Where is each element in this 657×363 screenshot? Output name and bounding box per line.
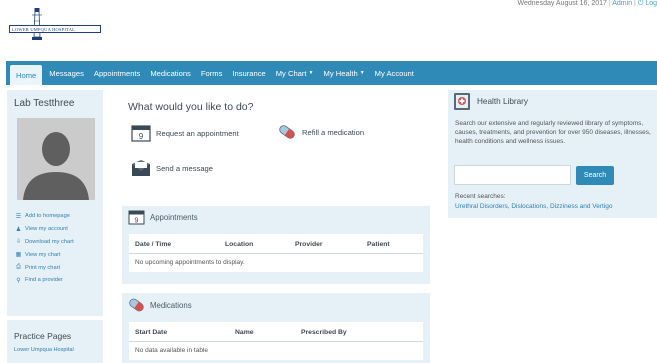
pill-icon	[129, 298, 144, 312]
nav-appointments-label: Appointments	[93, 68, 141, 78]
table-row: No upcoming appointments to display.	[129, 254, 423, 272]
main-navbar: Home Messages Appointments Medications F…	[6, 61, 657, 85]
download-icon: ⇩	[15, 239, 22, 246]
sidebar-item-view-chart[interactable]: ▦ View my chart	[15, 248, 74, 261]
medications-header[interactable]: Medications	[122, 293, 430, 317]
column-header[interactable]: Provider	[295, 241, 323, 248]
nav-medications-label: Medications	[150, 68, 191, 78]
column-header[interactable]: Location	[225, 241, 253, 248]
nav-messages[interactable]: Messages	[44, 61, 89, 85]
practice-pages-panel: Practice Pages Lower Umpqua Hospital	[7, 320, 103, 363]
recent-searches-links[interactable]: Urethral Disorders, Dislocations, Dizzin…	[455, 203, 613, 210]
sidebar-item-label: View my chart	[25, 251, 61, 258]
table-row: No data available in table	[129, 342, 423, 360]
nav-my-health-label: My Health	[323, 68, 358, 78]
power-icon[interactable]: ⏻	[638, 0, 644, 7]
calendar-icon: 9	[131, 125, 151, 142]
health-library-panel: Health Library Search our extensive and …	[448, 90, 657, 218]
logout-link[interactable]: Log	[645, 0, 657, 7]
column-header[interactable]: Patient	[367, 241, 390, 248]
logo-wordmark: LOWER UMPQUA HOSPITAL	[9, 25, 101, 33]
empty-message: No data available in table	[135, 347, 208, 354]
nav-my-account[interactable]: My Account	[370, 61, 419, 85]
svg-text:9: 9	[139, 132, 144, 141]
svg-text:9: 9	[135, 218, 139, 225]
nav-messages-label: Messages	[49, 68, 84, 78]
health-library-header: Health Library	[453, 92, 528, 111]
sidebar-item-add-to-homepage[interactable]: ☰ Add to homepage	[15, 210, 74, 223]
nav-insurance-label: Insurance	[232, 68, 266, 78]
column-header[interactable]: Name	[235, 329, 254, 336]
list-icon: ☰	[15, 213, 22, 220]
nav-forms[interactable]: Forms	[196, 61, 228, 85]
book-icon	[454, 93, 470, 110]
nav-home[interactable]: Home	[10, 65, 43, 85]
sidebar-item-print-chart[interactable]: ⎙ Print my chart	[15, 261, 74, 274]
table-header: Date / Time Location Provider Patient	[129, 234, 423, 254]
nav-medications[interactable]: Medications	[145, 61, 196, 85]
sidebar-item-label: Find a provider	[25, 277, 63, 284]
hospital-logo[interactable]: LOWER UMPQUA HOSPITAL	[6, 4, 102, 52]
search-icon: ⚲	[16, 277, 21, 284]
nav-home-label: Home	[16, 70, 37, 80]
sidebar-item-download-chart[interactable]: ⇩ Download my chart	[15, 236, 74, 249]
column-header[interactable]: Start Date	[135, 329, 167, 336]
sidebar-links: ☰ Add to homepage ♟ View my account ⇩ Downl…	[15, 210, 74, 287]
admin-link[interactable]: Admin	[612, 0, 632, 7]
recent-searches-label: Recent searches:	[455, 193, 506, 200]
pill-icon	[279, 125, 295, 139]
refill-medication-label: Refill a medication	[302, 127, 365, 137]
top-utility-bar: Wednesday August 16, 2017 | Admin | ⏻ Lo…	[517, 0, 657, 7]
appointments-title: Appointments	[150, 212, 198, 222]
sidebar-item-label: Add to homepage	[25, 213, 70, 220]
envelope-icon	[132, 160, 150, 176]
current-date: Wednesday August 16, 2017	[517, 0, 607, 7]
nav-my-chart-label: My Chart	[275, 68, 307, 78]
health-library-title: Health Library	[477, 97, 528, 106]
chart-icon: ▦	[15, 252, 22, 259]
print-icon: ⎙	[16, 264, 21, 271]
quick-actions-title: What would you like to do?	[128, 101, 254, 113]
send-message-label: Send a message	[156, 163, 213, 173]
caret-down-icon: ▼	[359, 70, 365, 76]
appointments-header[interactable]: 9 Appointments	[122, 206, 430, 228]
practice-link[interactable]: Lower Umpqua Hospital	[14, 347, 74, 353]
sidebar-item-label: View my account	[25, 226, 68, 233]
column-header[interactable]: Date / Time	[135, 241, 171, 248]
caret-down-icon: ▼	[308, 70, 314, 76]
nav-my-account-label: My Account	[374, 68, 414, 78]
request-appointment-label: Request an appointment	[156, 128, 239, 138]
nav-appointments[interactable]: Appointments	[89, 61, 145, 85]
nav-my-chart[interactable]: My Chart ▼	[271, 61, 319, 85]
column-header[interactable]: Prescribed By	[301, 329, 347, 336]
empty-message: No upcoming appointments to display.	[135, 259, 245, 266]
profile-sidebar: Lab Testthree ☰ Add to homepage ♟ View my …	[7, 90, 103, 316]
medications-table: Start Date Name Prescribed By No data av…	[129, 322, 423, 360]
appointments-panel: 9 Appointments Date / Time Location Prov…	[122, 206, 430, 284]
send-message-button[interactable]: Send a message	[131, 159, 213, 177]
calendar-icon: 9	[128, 210, 145, 225]
sidebar-item-view-account[interactable]: ♟ View my account	[15, 223, 74, 236]
practice-pages-title: Practice Pages	[14, 331, 72, 341]
medications-panel: Medications Start Date Name Prescribed B…	[122, 293, 430, 363]
request-appointment-button[interactable]: 9 Request an appointment	[131, 124, 239, 142]
user-icon: ♟	[15, 226, 22, 233]
appointments-table: Date / Time Location Provider Patient No…	[129, 234, 423, 272]
sidebar-item-label: Download my chart	[25, 238, 74, 245]
nav-my-health[interactable]: My Health ▼	[319, 61, 370, 85]
sidebar-item-find-provider[interactable]: ⚲ Find a provider	[15, 274, 74, 287]
person-silhouette-icon	[17, 118, 95, 200]
health-library-description: Search our extensive and regularly revie…	[455, 120, 651, 146]
medications-title: Medications	[150, 300, 192, 310]
table-header: Start Date Name Prescribed By	[129, 322, 423, 342]
user-name: Lab Testthree	[14, 98, 75, 109]
nav-insurance[interactable]: Insurance	[227, 61, 270, 85]
avatar	[17, 118, 95, 200]
logo-text: LOWER UMPQUA HOSPITAL	[12, 26, 76, 32]
nav-forms-label: Forms	[200, 68, 223, 78]
health-library-search-button[interactable]: Search	[576, 166, 614, 185]
sidebar-item-label: Print my chart	[25, 264, 61, 271]
refill-medication-button[interactable]: Refill a medication	[277, 123, 364, 141]
health-library-search-input[interactable]	[454, 165, 571, 185]
